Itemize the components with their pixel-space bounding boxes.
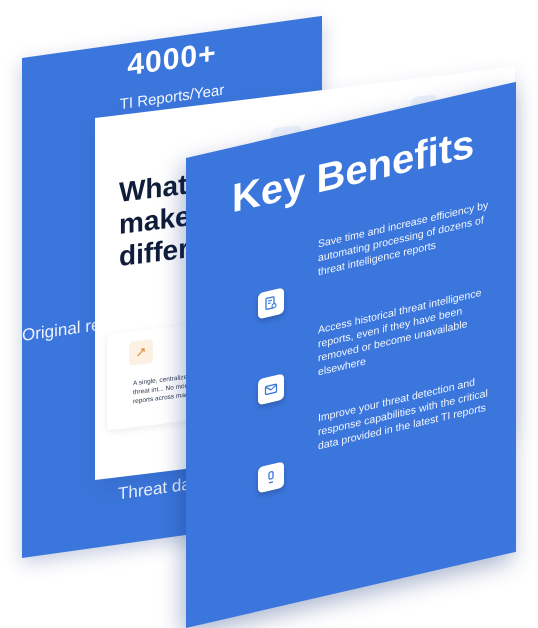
alert-icon bbox=[258, 461, 284, 494]
document-search-icon bbox=[258, 287, 284, 320]
rocket-icon: ↗ bbox=[129, 338, 153, 366]
benefit-text-3: Improve your threat detection and respon… bbox=[318, 376, 488, 453]
benefit-text-1: Save time and increase efficiency by aut… bbox=[318, 199, 489, 279]
benefit-text-2: Access historical threat intelligence re… bbox=[318, 286, 482, 379]
key-benefits-card: Key Benefits Save time and increase effi… bbox=[186, 81, 516, 628]
original-reports-text: Original re bbox=[22, 314, 101, 345]
envelope-icon bbox=[258, 373, 284, 406]
